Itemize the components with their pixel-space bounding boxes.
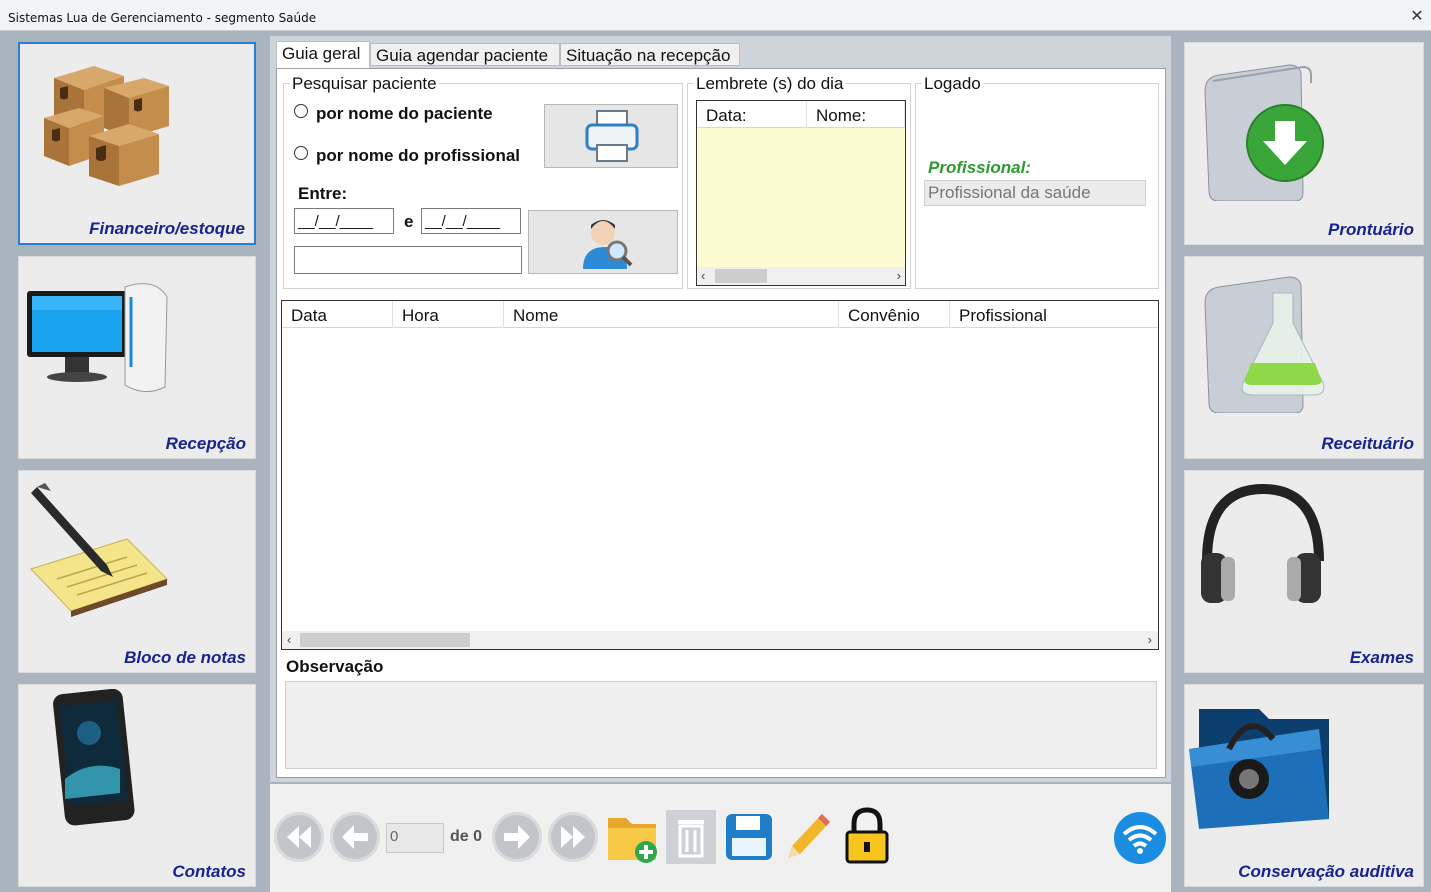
smartphone-icon bbox=[53, 689, 135, 826]
tile-label-financeiro: Financeiro/estoque bbox=[89, 219, 245, 238]
reminders-scrollbar[interactable]: ‹ › bbox=[697, 267, 905, 285]
radio-circle bbox=[294, 146, 308, 160]
reminders-grid[interactable]: Data: Nome: ‹ › bbox=[696, 100, 906, 286]
tab-situacao-recepcao[interactable]: Situação na recepção bbox=[560, 43, 740, 66]
date-to-input[interactable]: __/__/____ bbox=[421, 208, 521, 234]
print-button[interactable] bbox=[544, 104, 678, 168]
radio-label: por nome do paciente bbox=[316, 104, 493, 123]
wifi-button[interactable] bbox=[1114, 812, 1166, 864]
first-record-button[interactable] bbox=[274, 812, 324, 862]
radio-by-professional[interactable]: por nome do profissional bbox=[294, 146, 520, 166]
col-header-data[interactable]: Data bbox=[282, 301, 393, 328]
main-area: Guia geral Guia agendar paciente Situaçã… bbox=[270, 36, 1171, 782]
col-header-profissional[interactable]: Profissional bbox=[950, 301, 1158, 328]
tile-conservacao[interactable]: Conservação auditiva bbox=[1184, 684, 1424, 887]
search-group-title: Pesquisar paciente bbox=[290, 74, 439, 94]
tile-recepcao[interactable]: Recepção bbox=[18, 256, 256, 459]
tab-guia-geral[interactable]: Guia geral bbox=[276, 41, 370, 68]
tile-label-prontuario: Prontuário bbox=[1328, 220, 1414, 239]
tile-label-contatos: Contatos bbox=[172, 862, 246, 881]
and-label: e bbox=[404, 212, 414, 231]
save-icon[interactable] bbox=[722, 810, 776, 864]
user-search-icon bbox=[583, 220, 633, 269]
scroll-right-icon[interactable]: › bbox=[1148, 632, 1152, 647]
date-from-input[interactable]: __/__/____ bbox=[294, 208, 394, 234]
col-header-nome[interactable]: Nome bbox=[504, 301, 839, 328]
next-record-button[interactable] bbox=[492, 812, 542, 862]
tile-label-bloco: Bloco de notas bbox=[124, 648, 246, 667]
radio-circle bbox=[294, 104, 308, 118]
tab-panel-guia-geral: Pesquisar paciente por nome do paciente … bbox=[276, 68, 1166, 778]
between-label: Entre: bbox=[298, 184, 348, 203]
tile-bloco-notas[interactable]: Bloco de notas bbox=[18, 470, 256, 673]
wifi-icon bbox=[1122, 825, 1158, 854]
scroll-left-icon[interactable]: ‹ bbox=[701, 268, 705, 283]
appointments-grid[interactable]: Data Hora Nome Convênio Profissional ‹ › bbox=[281, 300, 1159, 650]
trash-icon bbox=[678, 820, 704, 858]
col-header-hora[interactable]: Hora bbox=[393, 301, 504, 328]
first-icon bbox=[287, 826, 311, 848]
scroll-right-icon[interactable]: › bbox=[897, 268, 901, 283]
radio-by-patient[interactable]: por nome do paciente bbox=[294, 104, 493, 124]
headphones-icon bbox=[1201, 483, 1324, 603]
last-record-button[interactable] bbox=[548, 812, 598, 862]
scroll-left-icon[interactable]: ‹ bbox=[287, 632, 291, 647]
tile-prontuario[interactable]: Prontuário bbox=[1184, 42, 1424, 245]
tile-label-exames: Exames bbox=[1349, 648, 1414, 667]
folder-add-icon[interactable] bbox=[604, 810, 662, 864]
computer-icon bbox=[27, 283, 168, 392]
search-text-input[interactable] bbox=[294, 246, 522, 274]
col-header: Data: bbox=[697, 101, 807, 128]
tile-label-recepcao: Recepção bbox=[165, 434, 246, 453]
prev-record-button[interactable] bbox=[330, 812, 380, 862]
tile-label-receituario: Receituário bbox=[1321, 434, 1414, 453]
record-count-label: de 0 bbox=[450, 828, 483, 845]
ups-boxes-icon bbox=[44, 66, 169, 186]
reminders-header: Data: Nome: bbox=[697, 101, 905, 128]
record-position-input[interactable]: 0 bbox=[386, 823, 444, 853]
printer-icon bbox=[585, 110, 639, 162]
title-bar: Sistemas Lua de Gerenciamento - segmento… bbox=[0, 0, 1431, 31]
tab-guia-agendar[interactable]: Guia agendar paciente bbox=[370, 43, 560, 66]
tile-financeiro[interactable]: Financeiro/estoque bbox=[18, 42, 256, 245]
professional-value: Profissional da saúde bbox=[924, 180, 1146, 206]
logged-group: Logado Profissional: Profissional da saú… bbox=[915, 74, 1159, 289]
close-icon[interactable]: ✕ bbox=[1407, 6, 1427, 26]
tile-label-conservacao: Conservação auditiva bbox=[1238, 862, 1414, 881]
search-user-button[interactable] bbox=[528, 210, 678, 274]
search-group: Pesquisar paciente por nome do paciente … bbox=[283, 74, 683, 289]
last-icon bbox=[561, 826, 585, 848]
col-header-convenio[interactable]: Convênio bbox=[839, 301, 950, 328]
radio-label: por nome do profissional bbox=[316, 146, 521, 165]
appointments-header: Data Hora Nome Convênio Profissional bbox=[282, 301, 1158, 328]
tile-exames[interactable]: Exames bbox=[1184, 470, 1424, 673]
professional-label: Profissional: bbox=[928, 158, 1031, 177]
navigation-toolbar: 0 de 0 bbox=[270, 784, 1171, 892]
folder-flask-icon bbox=[1204, 276, 1325, 413]
tile-contatos[interactable]: Contatos bbox=[18, 684, 256, 887]
scroll-thumb[interactable] bbox=[715, 269, 767, 283]
logged-title: Logado bbox=[922, 74, 983, 94]
observation-textarea[interactable] bbox=[285, 681, 1157, 769]
pencil-icon[interactable] bbox=[782, 810, 834, 866]
scroll-thumb[interactable] bbox=[300, 633, 470, 647]
notes-pen-icon bbox=[30, 483, 168, 617]
observation-label: Observação bbox=[286, 657, 384, 676]
window-title: Sistemas Lua de Gerenciamento - segmento… bbox=[8, 11, 317, 25]
tile-receituario[interactable]: Receituário bbox=[1184, 256, 1424, 459]
folder-headphones-icon bbox=[1189, 709, 1329, 829]
next-icon bbox=[504, 825, 530, 849]
col-header: Nome: bbox=[807, 101, 905, 128]
lock-icon[interactable] bbox=[842, 806, 892, 866]
reminders-group: Lembrete (s) do dia Data: Nome: ‹ › bbox=[687, 74, 911, 289]
appointments-scrollbar[interactable]: ‹ › bbox=[282, 631, 1158, 649]
folder-download-icon bbox=[1204, 64, 1324, 201]
delete-button[interactable] bbox=[666, 810, 716, 864]
reminders-title: Lembrete (s) do dia bbox=[694, 74, 846, 94]
prev-icon bbox=[342, 825, 368, 849]
